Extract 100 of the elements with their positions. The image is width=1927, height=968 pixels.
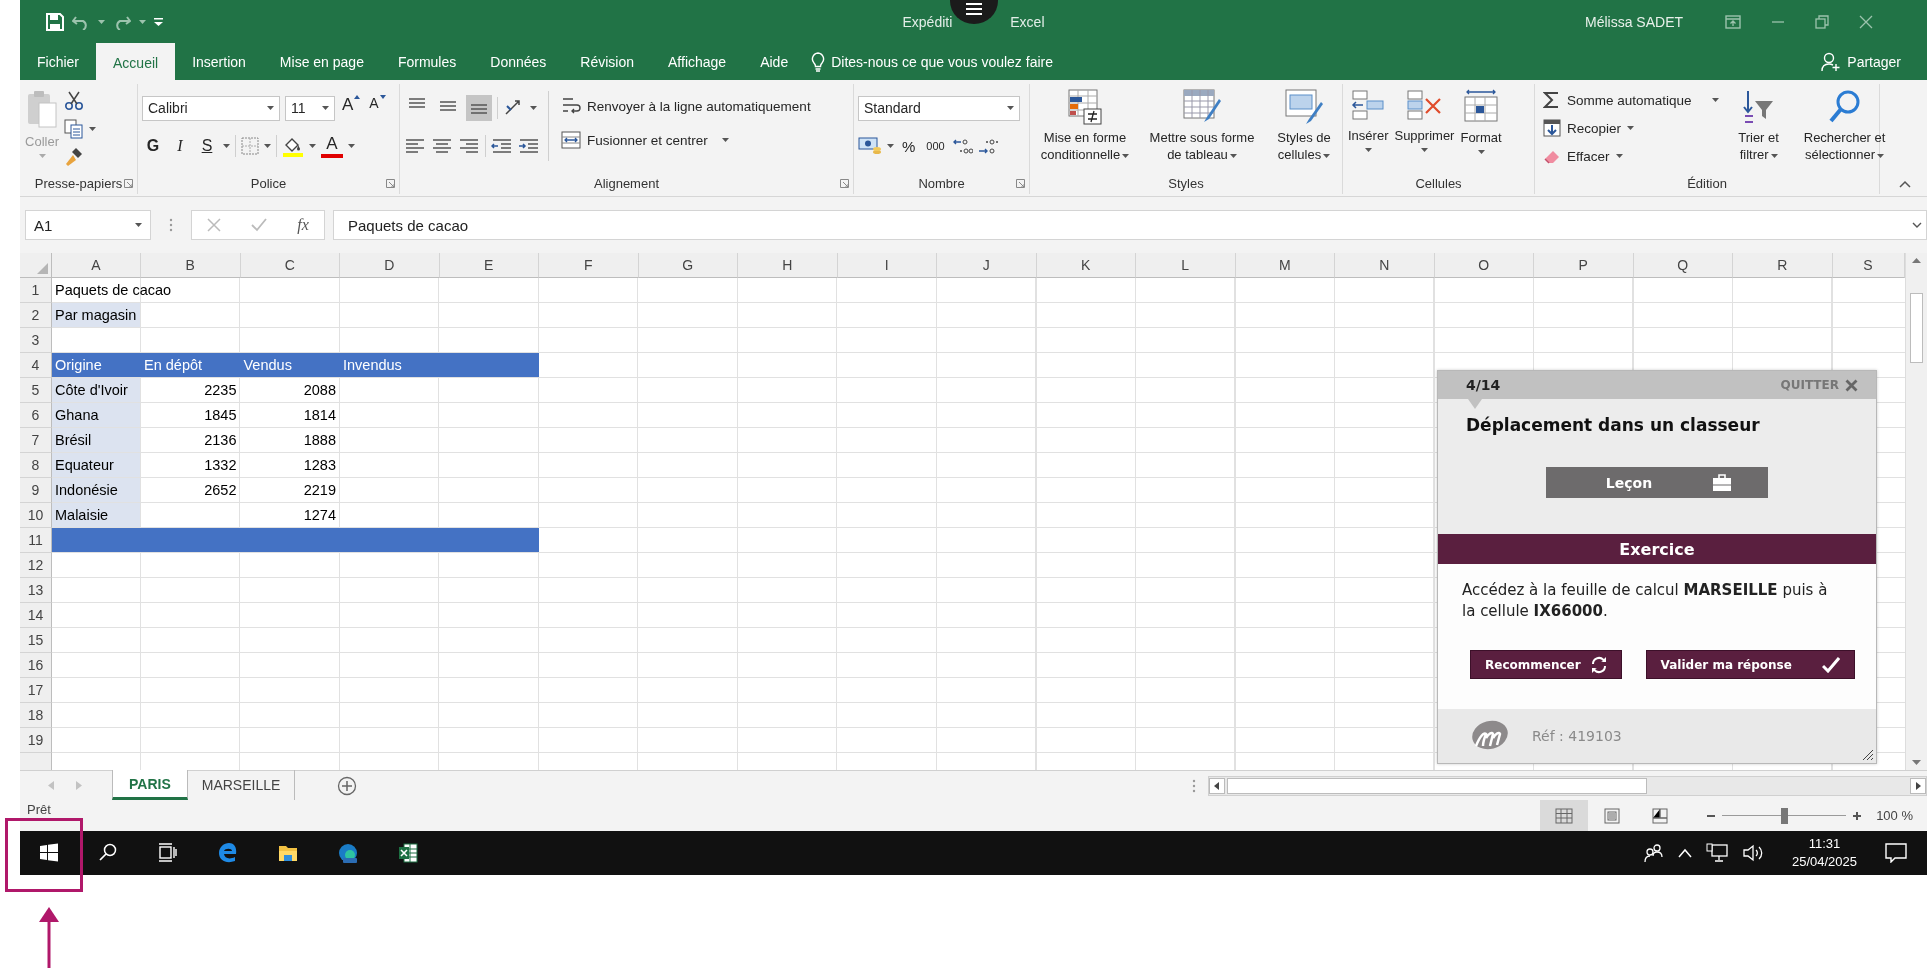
caret-icon[interactable] — [887, 144, 894, 148]
row-header[interactable]: 2 — [20, 303, 52, 328]
caret-icon[interactable] — [1770, 153, 1778, 158]
menu-tab[interactable]: Aide — [743, 43, 806, 80]
column-header[interactable]: R — [1733, 253, 1833, 278]
table-format-icon[interactable] — [1183, 89, 1221, 125]
format-as-table-button[interactable]: Mettre sous forme de tableau — [1140, 87, 1264, 165]
scroll-down-icon[interactable] — [1912, 760, 1921, 766]
split-handle-icon[interactable] — [1192, 778, 1196, 793]
resize-grip-icon[interactable] — [1860, 747, 1874, 761]
menu-tab[interactable]: Fichier — [20, 43, 96, 80]
page-layout-icon[interactable] — [1603, 807, 1622, 824]
copy-icon[interactable] — [64, 119, 84, 139]
row-header[interactable]: 6 — [20, 403, 52, 428]
sort-filter-button[interactable]: Trier et filtrer — [1726, 87, 1791, 165]
menu-tab[interactable]: Affichage — [651, 43, 744, 80]
share-button[interactable]: Partager — [1821, 43, 1901, 80]
decrease-indent-icon[interactable] — [491, 137, 513, 155]
collapse-ribbon-icon[interactable] — [1899, 180, 1911, 188]
cell-styles-icon[interactable] — [1285, 89, 1323, 125]
format-cells-icon[interactable] — [1463, 89, 1499, 125]
number-format-field[interactable]: Standard — [858, 95, 1020, 121]
wrap-text-icon[interactable] — [561, 96, 581, 116]
insert-cells-icon[interactable] — [1351, 89, 1386, 123]
customize-icon[interactable] — [154, 17, 163, 26]
font-color-button[interactable]: A — [321, 134, 343, 158]
underline-button[interactable]: S — [196, 133, 218, 159]
autosum-button[interactable]: Somme automatique — [1539, 87, 1723, 113]
dialog-launcher-icon[interactable] — [1016, 178, 1025, 188]
lightbulb-icon[interactable] — [811, 51, 826, 72]
fill-button[interactable]: Recopier — [1539, 115, 1723, 141]
page-break-icon[interactable] — [1651, 807, 1670, 824]
menu-tab[interactable]: Révision — [563, 43, 652, 80]
caret-icon[interactable] — [98, 19, 105, 24]
cell-styles-button[interactable]: Styles de cellules — [1268, 87, 1340, 165]
validate-button[interactable]: Valider ma réponse — [1645, 650, 1855, 679]
add-sheet-icon[interactable] — [337, 775, 358, 796]
people-icon[interactable] — [1643, 843, 1664, 863]
caret-icon[interactable] — [322, 106, 329, 110]
volume-icon[interactable] — [1741, 843, 1764, 863]
caret-icon[interactable] — [530, 106, 537, 110]
font-size-field[interactable]: 11 — [285, 95, 335, 121]
column-header[interactable]: E — [439, 253, 539, 278]
column-header[interactable]: F — [539, 253, 639, 278]
close-icon[interactable] — [1859, 14, 1874, 29]
menu-tab[interactable]: Mise en page — [262, 43, 381, 80]
row-header[interactable]: 5 — [20, 378, 52, 403]
caret-icon[interactable] — [139, 19, 146, 24]
format-button[interactable]: Format — [1459, 87, 1503, 156]
row-header[interactable]: 4 — [20, 353, 52, 378]
caret-icon[interactable] — [1122, 153, 1130, 158]
column-header[interactable]: P — [1534, 253, 1634, 278]
briefcase-icon[interactable] — [1712, 473, 1733, 492]
lesson-button[interactable]: Leçon — [1546, 467, 1768, 498]
italic-button[interactable]: I — [169, 133, 191, 159]
column-header[interactable]: I — [837, 253, 937, 278]
restart-button[interactable]: Recommencer — [1470, 650, 1622, 679]
row-header[interactable]: 19 — [20, 728, 52, 753]
slider-thumb[interactable] — [1781, 807, 1789, 824]
caret-icon[interactable] — [1877, 153, 1885, 158]
align-right-icon[interactable] — [458, 137, 480, 155]
refresh-icon[interactable] — [1590, 655, 1607, 674]
menu-tab[interactable]: Formules — [380, 43, 474, 80]
chevron-up-icon[interactable] — [1677, 848, 1692, 858]
dialog-launcher-icon[interactable] — [124, 178, 133, 188]
row-header[interactable]: 11 — [20, 528, 52, 553]
column-header[interactable]: K — [1036, 253, 1136, 278]
shrink-font-button[interactable]: A — [367, 95, 388, 121]
thousands-button[interactable]: 000 — [923, 133, 948, 159]
folder-icon[interactable] — [278, 843, 298, 863]
scissors-icon[interactable] — [64, 91, 84, 111]
decrease-decimal-icon[interactable] — [977, 137, 998, 155]
column-header[interactable]: G — [638, 253, 738, 278]
name-box[interactable]: A1 — [25, 210, 151, 240]
column-header[interactable]: M — [1235, 253, 1335, 278]
row-header[interactable]: 9 — [20, 478, 52, 503]
clear-button[interactable]: Effacer — [1539, 143, 1723, 169]
row-header[interactable]: 18 — [20, 703, 52, 728]
column-header[interactable]: N — [1335, 253, 1435, 278]
menu-icon[interactable] — [965, 3, 983, 15]
row-header[interactable]: 3 — [20, 328, 52, 353]
save-icon[interactable] — [46, 12, 64, 31]
merge-center-button[interactable]: Fusionner et centrer — [557, 127, 815, 153]
sheet-tab[interactable]: PARIS — [112, 770, 188, 800]
merge-cells-icon[interactable] — [561, 131, 581, 149]
caret-up-icon[interactable] — [354, 95, 361, 99]
horizontal-scrollbar[interactable] — [1208, 775, 1927, 796]
wrap-text-button[interactable]: Renvoyer à la ligne automatiquement — [557, 93, 815, 119]
ribbon-display-icon[interactable] — [1725, 14, 1742, 29]
caret-down-icon[interactable] — [379, 95, 386, 99]
scroll-thumb[interactable] — [1227, 777, 1647, 794]
formula-field[interactable]: Paquets de cacao — [333, 210, 1927, 240]
caret-icon[interactable] — [1627, 126, 1635, 130]
conditional-formatting-button[interactable]: Mise en forme conditionnelle — [1034, 87, 1136, 165]
delete-button[interactable]: Supprimer — [1393, 87, 1456, 154]
caret-icon[interactable] — [1364, 148, 1372, 152]
browser-icon[interactable] — [218, 843, 238, 863]
caret-icon[interactable] — [1615, 154, 1623, 158]
column-header[interactable]: O — [1434, 253, 1534, 278]
row-header[interactable]: 7 — [20, 428, 52, 453]
